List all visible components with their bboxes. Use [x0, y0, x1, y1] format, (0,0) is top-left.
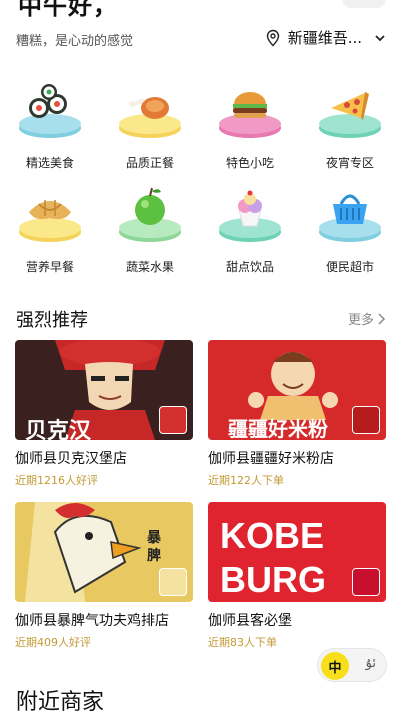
store-stat: 近期1216人好评	[15, 474, 98, 487]
category-breakfast[interactable]: 营养早餐	[0, 182, 100, 275]
category-label: 特色小吃	[225, 156, 274, 170]
category-label: 蔬菜水果	[125, 260, 174, 274]
more-label: 更多	[347, 313, 374, 328]
location-text: 新疆维吾...	[287, 29, 362, 47]
category-label: 便民超市	[325, 260, 374, 274]
store-image: 疆疆好米粉	[208, 340, 386, 440]
category-label: 营养早餐	[25, 260, 74, 274]
category-sushi[interactable]: 精选美食	[0, 78, 100, 171]
search-pill-button[interactable]	[342, 0, 386, 8]
svg-text:疆疆好米粉: 疆疆好米粉	[228, 417, 328, 440]
svg-text:贝克汉: 贝克汉	[25, 418, 92, 440]
shopping-basket-icon	[319, 194, 381, 242]
language-chinese-option[interactable]: 中	[321, 652, 349, 680]
location-selector[interactable]: 新疆维吾...	[264, 27, 386, 48]
svg-text:KOBE: KOBE	[220, 515, 324, 556]
store-card[interactable]: KOBE BURG 伽师县客必堡 近期83人下单	[208, 502, 386, 650]
category-label: 夜宵专区	[325, 156, 374, 170]
language-uyghur-option[interactable]: ئۇ	[366, 656, 376, 671]
apple-icon	[119, 187, 181, 242]
ice-cream-icon	[219, 190, 281, 242]
slogan-text: 糟糕，是心动的感觉	[16, 34, 134, 49]
croissant-icon	[19, 200, 81, 242]
store-image: 贝克汉	[15, 340, 193, 440]
store-logo-badge	[159, 406, 187, 434]
chevron-right-icon	[378, 312, 386, 325]
chevron-down-icon	[375, 34, 385, 41]
location-pin-icon	[266, 29, 279, 46]
roast-chicken-icon	[119, 97, 181, 138]
burger-icon	[219, 92, 281, 138]
category-label: 精选美食	[25, 156, 74, 170]
pizza-icon	[319, 92, 381, 138]
store-card[interactable]: 贝克汉 伽师县贝克汉堡店 近期1216人好评	[15, 340, 193, 488]
category-meal[interactable]: 品质正餐	[100, 78, 200, 171]
store-name: 伽师县疆疆好米粉店	[208, 451, 334, 467]
store-name: 伽师县暴脾气功夫鸡排店	[15, 613, 169, 629]
store-name: 伽师县客必堡	[208, 613, 292, 629]
store-logo-badge	[352, 568, 380, 596]
store-image: KOBE BURG	[208, 502, 386, 602]
store-image: 暴 脾	[15, 502, 193, 602]
sushi-icon	[19, 84, 81, 138]
category-label: 甜点饮品	[225, 260, 274, 274]
svg-text:脾: 脾	[147, 547, 161, 564]
category-fruit[interactable]: 蔬菜水果	[100, 182, 200, 275]
store-card[interactable]: 暴 脾 伽师县暴脾气功夫鸡排店 近期409人好评	[15, 502, 193, 650]
store-stat: 近期409人好评	[15, 636, 91, 649]
store-logo-badge	[159, 568, 187, 596]
store-logo-badge	[352, 406, 380, 434]
svg-text:暴: 暴	[146, 530, 162, 546]
store-card[interactable]: 疆疆好米粉 伽师县疆疆好米粉店 近期122人下单	[208, 340, 386, 488]
category-label: 品质正餐	[125, 156, 174, 170]
language-toggle[interactable]: 中 ئۇ	[317, 648, 387, 682]
category-night[interactable]: 夜宵专区	[300, 78, 400, 171]
category-dessert[interactable]: 甜点饮品	[200, 182, 300, 275]
section-title-nearby: 附近商家	[16, 690, 105, 712]
store-name: 伽师县贝克汉堡店	[15, 451, 127, 467]
svg-text:BURG: BURG	[220, 559, 326, 600]
category-market[interactable]: 便民超市	[300, 182, 400, 275]
section-title-recommend: 强烈推荐	[16, 310, 88, 331]
more-button[interactable]: 更多	[348, 309, 386, 328]
store-stat: 近期122人下单	[208, 474, 284, 487]
category-snack[interactable]: 特色小吃	[200, 78, 300, 171]
greeting-title: 中午好，	[18, 0, 118, 20]
